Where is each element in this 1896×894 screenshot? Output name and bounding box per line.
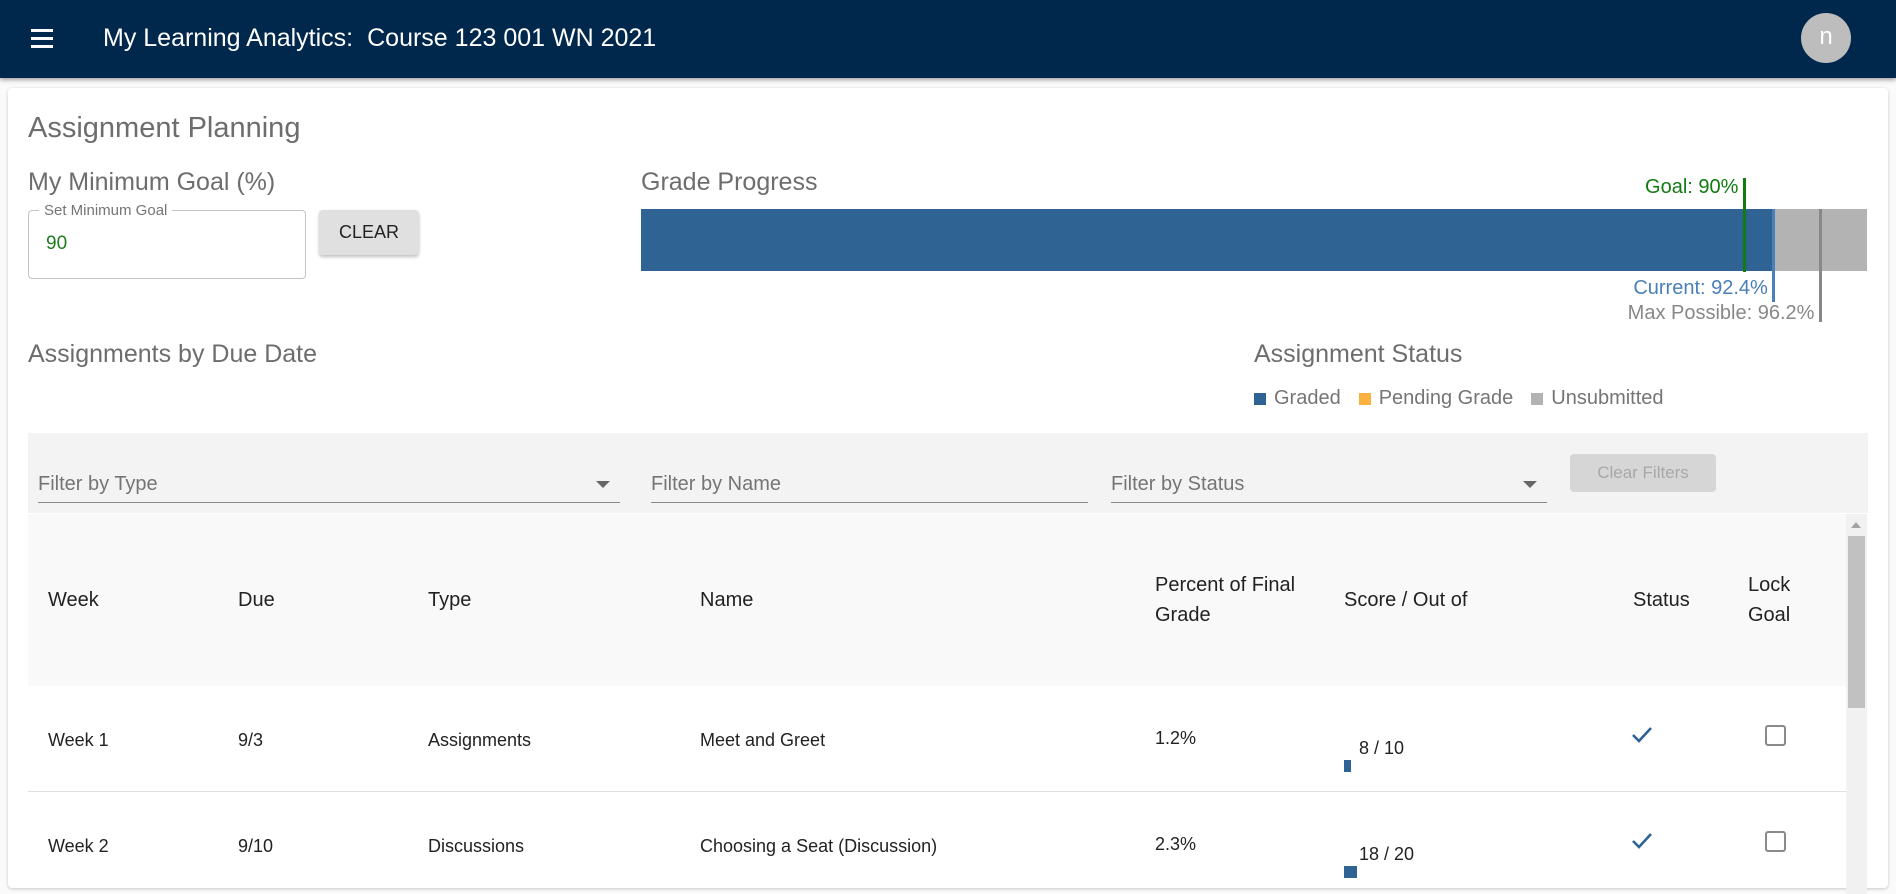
- goal-heading: My Minimum Goal (%): [28, 168, 276, 196]
- lock-goal-checkbox[interactable]: [1765, 831, 1786, 852]
- filter-by-name-input[interactable]: Filter by Name: [651, 460, 1088, 503]
- cell-score: 8 / 10: [1359, 738, 1405, 758]
- cell-name: Meet and Greet: [700, 730, 826, 750]
- minimum-goal-field[interactable]: Set Minimum Goal: [28, 202, 306, 279]
- grade-progress-bar: [641, 209, 1867, 271]
- header-status[interactable]: Status: [1633, 585, 1690, 615]
- header-lock-line1: Lock: [1748, 574, 1791, 596]
- minimum-goal-input[interactable]: [46, 233, 286, 255]
- table-scrollbar[interactable]: [1846, 514, 1867, 894]
- legend-unsubmitted: Unsubmitted: [1531, 387, 1664, 410]
- cell-due: 9/10: [238, 836, 274, 856]
- app-bar: My Learning Analytics: Course 123 001 WN …: [0, 0, 1896, 78]
- app-name: My Learning Analytics:: [103, 24, 354, 52]
- avatar[interactable]: n: [1801, 13, 1851, 63]
- header-lock-line2: Goal: [1748, 604, 1791, 626]
- cell-name: Choosing a Seat (Discussion): [700, 836, 938, 856]
- assignment-planning-card: Assignment Planning My Minimum Goal (%) …: [8, 88, 1888, 894]
- goal-label: Goal: 90%: [1645, 176, 1739, 198]
- goal-field-label: Set Minimum Goal: [39, 202, 173, 219]
- dropdown-arrow-icon: [1523, 481, 1537, 488]
- clear-goal-button[interactable]: CLEAR: [319, 210, 419, 255]
- dropdown-arrow-icon: [596, 481, 610, 488]
- header-week[interactable]: Week: [48, 585, 99, 615]
- table-header: Week Due Type Name Percent of Final Grade…: [28, 514, 1846, 686]
- filter-status-placeholder: Filter by Status: [1111, 473, 1245, 495]
- header-lock-goal: Lock Goal: [1748, 570, 1790, 630]
- cell-score: 18 / 20: [1359, 844, 1415, 864]
- max-possible-marker: [1818, 209, 1822, 322]
- menu-button[interactable]: [26, 24, 60, 54]
- scroll-thumb[interactable]: [1848, 536, 1865, 708]
- header-percent-line1: Percent of Final: [1155, 574, 1296, 596]
- header-percent-line2: Grade: [1155, 604, 1211, 626]
- header-type[interactable]: Type: [428, 585, 471, 615]
- assignment-status-heading: Assignment Status: [1254, 340, 1463, 368]
- table-row: Week 2 9/10 Discussions Choosing a Seat …: [28, 792, 1846, 894]
- unsubmitted-swatch: [1531, 392, 1544, 405]
- header-score[interactable]: Score / Out of: [1344, 585, 1467, 615]
- graded-swatch: [1254, 392, 1266, 405]
- scroll-up-arrow-icon[interactable]: [1851, 522, 1861, 528]
- legend-label: Unsubmitted: [1551, 387, 1664, 409]
- filter-by-type-select[interactable]: Filter by Type: [38, 460, 620, 503]
- cell-type: Assignments: [428, 730, 532, 750]
- grade-progress-heading: Grade Progress: [641, 168, 818, 196]
- status-legend: Graded Pending Grade Unsubmitted: [1254, 387, 1682, 410]
- filter-name-placeholder: Filter by Name: [651, 473, 782, 495]
- max-possible-label: Max Possible: 96.2%: [1627, 302, 1815, 324]
- cell-percent: 2.3%: [1155, 834, 1197, 854]
- filter-bar: Filter by Type Filter by Name Filter by …: [28, 433, 1868, 513]
- current-marker: [1772, 209, 1776, 302]
- page-title: Assignment Planning: [28, 112, 301, 144]
- current-label: Current: 92.4%: [1633, 277, 1768, 299]
- filter-by-status-select[interactable]: Filter by Status: [1111, 460, 1547, 503]
- header-name[interactable]: Name: [700, 585, 753, 615]
- graded-check-icon: [1632, 833, 1652, 849]
- cell-week: Week 2: [48, 836, 109, 856]
- score-mini-bar: [1344, 866, 1357, 878]
- app-title: My Learning Analytics: Course 123 001 WN …: [103, 24, 656, 53]
- cell-week: Week 1: [48, 730, 109, 750]
- graded-check-icon: [1632, 727, 1652, 743]
- legend-graded: Graded: [1254, 387, 1341, 410]
- cell-type: Discussions: [428, 836, 525, 856]
- table-row: Week 1 9/3 Assignments Meet and Greet 1.…: [28, 686, 1846, 792]
- score-mini-bar: [1344, 760, 1351, 772]
- assignments-heading: Assignments by Due Date: [28, 340, 318, 368]
- legend-label: Pending Grade: [1378, 387, 1514, 409]
- cell-due: 9/3: [238, 730, 264, 750]
- current-grade-fill: [641, 209, 1774, 271]
- assignments-table: Week Due Type Name Percent of Final Grade…: [28, 514, 1868, 894]
- legend-label: Graded: [1274, 387, 1341, 409]
- course-name: Course 123 001 WN 2021: [367, 24, 657, 52]
- filter-type-placeholder: Filter by Type: [38, 473, 158, 495]
- header-due[interactable]: Due: [238, 585, 275, 615]
- header-percent[interactable]: Percent of Final Grade: [1155, 570, 1295, 630]
- legend-pending: Pending Grade: [1358, 387, 1514, 410]
- pending-swatch: [1358, 392, 1371, 405]
- lock-goal-checkbox[interactable]: [1765, 725, 1786, 746]
- cell-percent: 1.2%: [1155, 728, 1197, 748]
- clear-filters-button[interactable]: Clear Filters: [1570, 454, 1716, 492]
- goal-marker: [1742, 178, 1746, 272]
